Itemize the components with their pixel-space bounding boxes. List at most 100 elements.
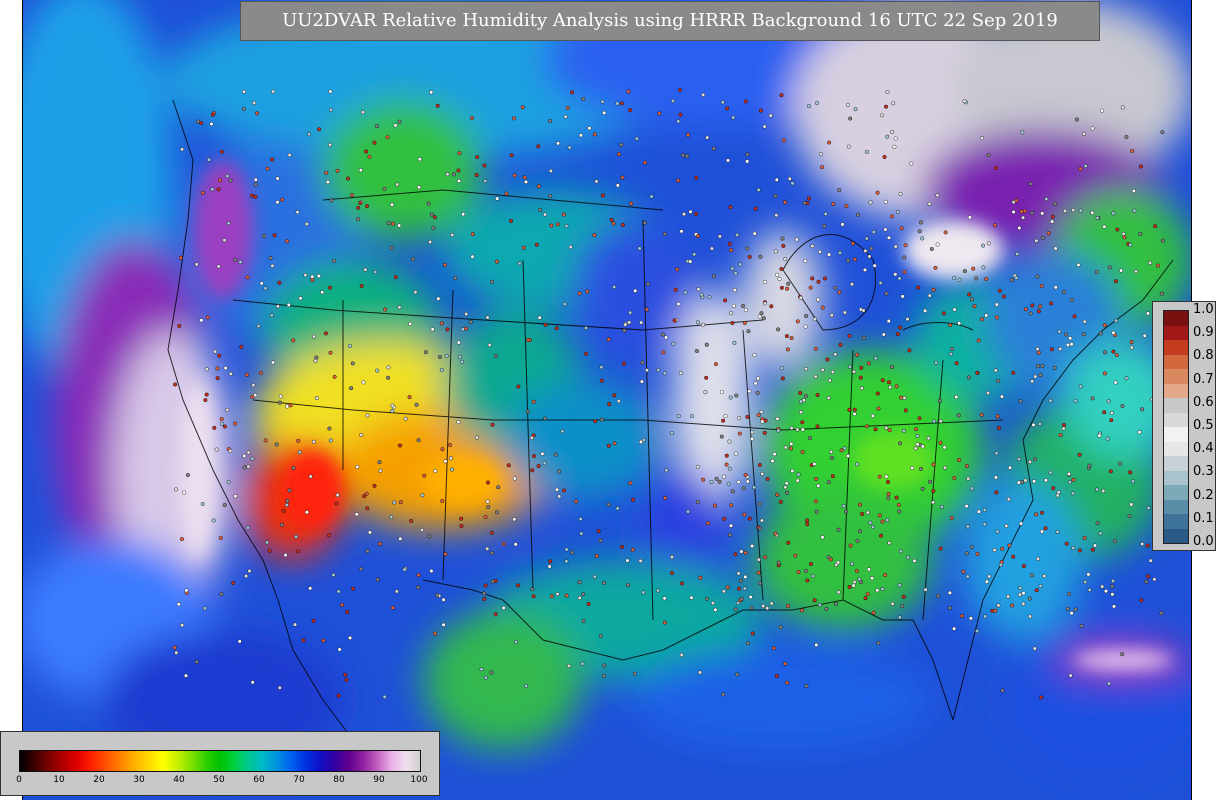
station-dot: [372, 140, 377, 145]
station-dot: [536, 144, 541, 149]
station-dot: [403, 416, 408, 421]
humidity-map[interactable]: [23, 0, 1191, 800]
station-dot: [772, 452, 777, 457]
station-dot: [219, 592, 224, 597]
station-dot: [855, 462, 860, 467]
station-dot: [739, 578, 744, 583]
station-dot: [1009, 277, 1014, 282]
station-dot: [879, 113, 884, 118]
station-dot: [1016, 480, 1021, 485]
station-dot: [625, 558, 630, 563]
station-dot: [245, 525, 250, 530]
station-dot: [815, 393, 820, 398]
station-dot: [842, 446, 847, 451]
station-dot: [361, 380, 366, 385]
station-dot: [844, 509, 849, 514]
station-dot: [225, 173, 230, 178]
station-dot: [759, 311, 764, 316]
station-dot: [1057, 329, 1062, 334]
station-dot: [795, 478, 800, 483]
station-dot: [435, 103, 440, 108]
station-dot: [267, 548, 272, 553]
station-dot: [578, 517, 583, 522]
station-dot: [397, 223, 402, 228]
station-dot: [787, 176, 792, 181]
station-dot: [194, 659, 199, 664]
station-dot: [1061, 426, 1066, 431]
station-dot: [365, 549, 370, 554]
station-dot: [620, 222, 625, 227]
station-dot: [992, 548, 997, 553]
station-dot: [599, 378, 604, 383]
station-dot: [262, 234, 267, 239]
station-dot: [443, 459, 448, 464]
station-dot: [746, 329, 751, 334]
station-dot: [938, 419, 943, 424]
station-dot: [251, 383, 256, 388]
station-dot: [1030, 210, 1035, 215]
rh-tick-label: 90: [373, 775, 385, 785]
station-dot: [847, 333, 852, 338]
station-dot: [272, 233, 277, 238]
station-dot: [741, 486, 746, 491]
station-dot: [207, 157, 212, 162]
station-dot: [1011, 370, 1016, 375]
station-dot: [739, 549, 744, 554]
station-dot: [927, 293, 932, 298]
bias-colorbar-segment: [1164, 397, 1188, 413]
station-dot: [1094, 269, 1099, 274]
station-dot: [980, 317, 985, 322]
station-dot: [547, 564, 552, 569]
station-dot: [814, 642, 819, 647]
map-panel[interactable]: [22, 0, 1192, 800]
station-dot: [536, 184, 541, 189]
station-dot: [584, 351, 589, 356]
station-dot: [298, 296, 303, 301]
station-dot: [728, 395, 733, 400]
station-dot: [804, 314, 809, 319]
station-dot: [1131, 188, 1136, 193]
station-dot: [758, 581, 763, 586]
station-dot: [433, 469, 438, 474]
station-dot: [245, 275, 250, 280]
station-dot: [889, 365, 894, 370]
station-dot: [1056, 490, 1061, 495]
station-dot: [704, 596, 709, 601]
station-dot: [517, 261, 522, 266]
station-dot: [776, 560, 781, 565]
station-dot: [1040, 235, 1045, 240]
station-dot: [852, 407, 857, 412]
station-dot: [277, 400, 282, 405]
station-dot: [846, 258, 851, 263]
station-dot: [182, 490, 187, 495]
station-dot: [593, 419, 598, 424]
station-dot: [560, 429, 565, 434]
station-dot: [1148, 260, 1153, 265]
station-dot: [580, 661, 585, 666]
station-dot: [836, 527, 841, 532]
station-dot: [1063, 208, 1068, 213]
station-dot: [896, 503, 901, 508]
bias-colorbar-legend: 1.0 0.9 0.8 0.7 0.6 0.5 0.4 0.3 0.2 0.1 0.0: [1152, 301, 1216, 551]
station-dot: [1102, 410, 1107, 415]
station-dot: [398, 536, 403, 541]
station-dot: [525, 409, 530, 414]
station-dot: [753, 381, 758, 386]
station-dot: [1035, 274, 1040, 279]
station-dot: [1112, 539, 1117, 544]
station-dot: [365, 413, 370, 418]
station-dot: [994, 302, 999, 307]
station-dot: [1128, 242, 1133, 247]
station-dot: [931, 500, 936, 505]
station-dot: [885, 518, 890, 523]
station-dot: [367, 154, 372, 159]
station-dot: [796, 570, 801, 575]
station-dot: [976, 338, 981, 343]
station-dot: [416, 438, 421, 443]
station-dot: [1159, 291, 1164, 296]
station-dot: [1007, 543, 1012, 548]
station-dot: [894, 384, 899, 389]
station-dot: [340, 602, 345, 607]
station-dot: [1100, 584, 1105, 589]
station-dot: [717, 479, 722, 484]
